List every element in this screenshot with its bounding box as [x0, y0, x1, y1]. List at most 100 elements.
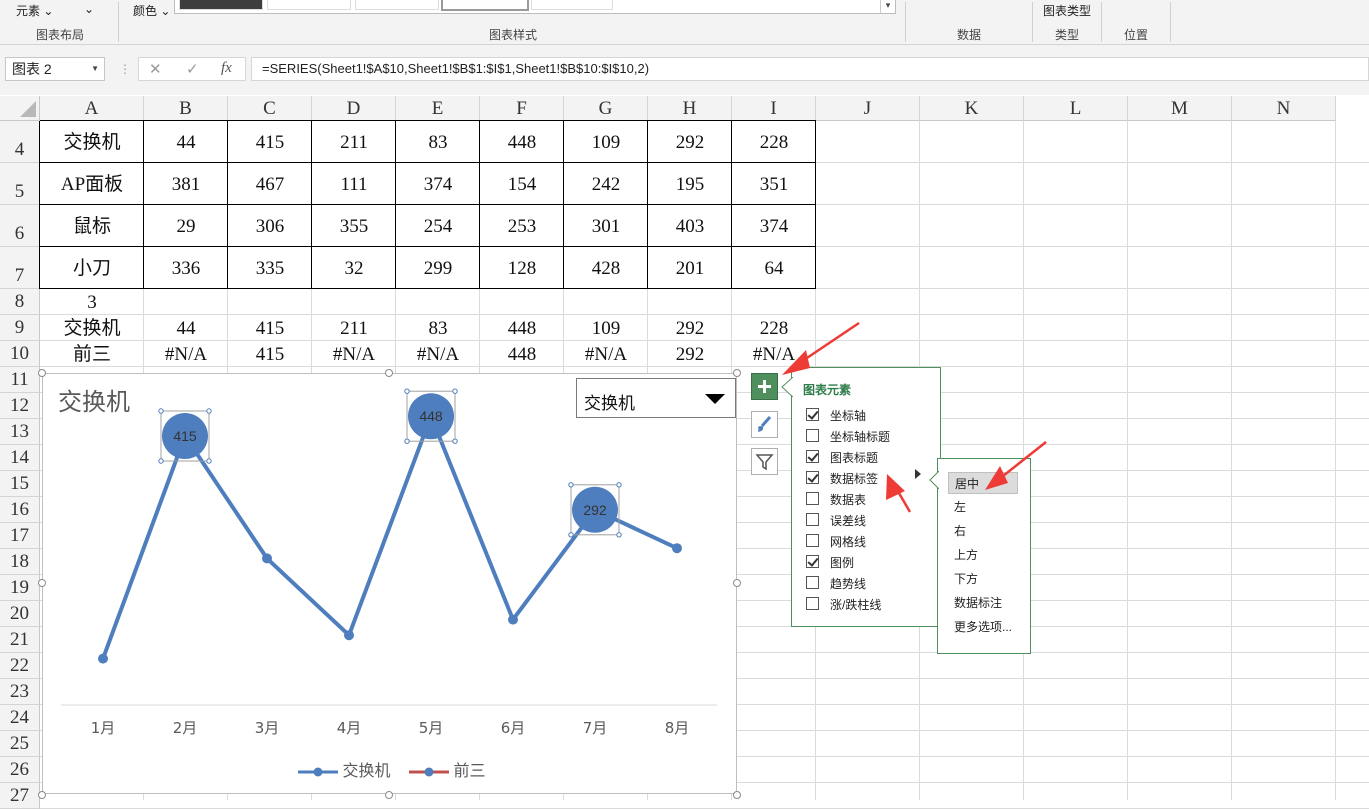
label-handle[interactable] [158, 458, 164, 464]
cell-I4[interactable]: 228 [732, 121, 816, 163]
chart-styles-gallery[interactable]: ▾ [174, 0, 896, 14]
column-header-B[interactable]: B [144, 96, 228, 121]
cell-C7[interactable]: 335 [228, 247, 312, 289]
cell-H8[interactable] [648, 289, 732, 315]
data-label-position-option[interactable]: 左 [948, 496, 1018, 518]
cell-G4[interactable]: 109 [564, 121, 648, 163]
data-label-position-option[interactable]: 右 [948, 520, 1018, 542]
cell-I10[interactable]: #N/A [732, 341, 816, 367]
row-header-6[interactable]: 6 [0, 205, 40, 247]
cell-F8[interactable] [480, 289, 564, 315]
row-header-4[interactable]: 4 [0, 121, 40, 163]
cell-F5[interactable]: 154 [480, 163, 564, 205]
row-header-5[interactable]: 5 [0, 163, 40, 205]
cell-B9[interactable]: 44 [144, 315, 228, 341]
checkbox-icon[interactable] [806, 513, 819, 526]
row-header-13[interactable]: 13 [0, 419, 40, 445]
cell-A7[interactable]: 小刀 [40, 247, 144, 289]
cell-F4[interactable]: 448 [480, 121, 564, 163]
resize-handle[interactable] [733, 791, 741, 799]
chevron-down-icon[interactable]: ▼ [91, 58, 99, 80]
data-label[interactable]: 292 [583, 502, 607, 518]
gallery-more-icon[interactable]: ▾ [880, 0, 895, 13]
cell-A6[interactable]: 鼠标 [40, 205, 144, 247]
cell-A9[interactable]: 交换机 [40, 315, 144, 341]
cell-G6[interactable]: 301 [564, 205, 648, 247]
cell-G10[interactable]: #N/A [564, 341, 648, 367]
formula-input[interactable]: =SERIES(Sheet1!$A$10,Sheet1!$B$1:$I$1,Sh… [251, 57, 1369, 81]
column-header-H[interactable]: H [648, 96, 732, 121]
cell-G7[interactable]: 428 [564, 247, 648, 289]
cell-D4[interactable]: 211 [312, 121, 396, 163]
row-header-16[interactable]: 16 [0, 497, 40, 523]
checkbox-icon[interactable] [806, 534, 819, 547]
row-header-12[interactable]: 12 [0, 393, 40, 419]
checkbox-icon[interactable] [806, 429, 819, 442]
cell-B5[interactable]: 381 [144, 163, 228, 205]
cell-F6[interactable]: 253 [480, 205, 564, 247]
cell-C9[interactable]: 415 [228, 315, 312, 341]
row-header-21[interactable]: 21 [0, 627, 40, 653]
checkbox-checked-icon[interactable] [806, 408, 819, 421]
resize-handle[interactable] [733, 369, 741, 377]
chart-style-thumb[interactable] [179, 0, 263, 10]
insert-function-icon[interactable]: fx [221, 60, 232, 77]
change-chart-type-button[interactable]: 图表类型 [1043, 2, 1091, 19]
label-handle[interactable] [452, 388, 458, 394]
highlight-point[interactable]: 448 [404, 388, 458, 444]
label-handle[interactable] [452, 438, 458, 444]
cell-I6[interactable]: 374 [732, 205, 816, 247]
chart-styles-button[interactable] [751, 411, 778, 438]
row-header-25[interactable]: 25 [0, 731, 40, 757]
resize-handle[interactable] [38, 369, 46, 377]
checkbox-icon[interactable] [806, 576, 819, 589]
data-label[interactable]: 448 [419, 408, 443, 424]
column-header-N[interactable]: N [1232, 96, 1336, 121]
resize-handle[interactable] [385, 369, 393, 377]
cell-E5[interactable]: 374 [396, 163, 480, 205]
column-header-D[interactable]: D [312, 96, 396, 121]
resize-handle[interactable] [38, 579, 46, 587]
cell-A5[interactable]: AP面板 [40, 163, 144, 205]
cell-C5[interactable]: 467 [228, 163, 312, 205]
submenu-arrow-icon[interactable] [915, 469, 921, 479]
cell-F10[interactable]: 448 [480, 341, 564, 367]
chart-style-thumb-selected[interactable] [441, 0, 529, 11]
label-handle[interactable] [206, 458, 212, 464]
series-point[interactable] [98, 653, 108, 664]
column-header-C[interactable]: C [228, 96, 312, 121]
label-handle[interactable] [206, 408, 212, 414]
resize-handle[interactable] [38, 791, 46, 799]
legend-entry-2[interactable]: 前三 [409, 757, 485, 781]
chart-style-thumb[interactable] [355, 0, 439, 10]
row-header-26[interactable]: 26 [0, 757, 40, 783]
series-point[interactable] [672, 543, 682, 554]
cell-B8[interactable] [144, 289, 228, 315]
cell-A8[interactable]: 3 [40, 289, 144, 315]
row-header-15[interactable]: 15 [0, 471, 40, 497]
series-point[interactable] [508, 614, 518, 625]
highlight-point[interactable]: 292 [568, 482, 622, 538]
label-handle[interactable] [568, 482, 574, 488]
legend-entry-1[interactable]: 交换机 [298, 757, 390, 781]
row-header-9[interactable]: 9 [0, 315, 40, 341]
label-handle[interactable] [158, 408, 164, 414]
label-handle[interactable] [404, 438, 410, 444]
cell-C4[interactable]: 415 [228, 121, 312, 163]
cell-D9[interactable]: 211 [312, 315, 396, 341]
row-header-22[interactable]: 22 [0, 653, 40, 679]
data-label-position-option[interactable]: 数据标注 [948, 592, 1018, 614]
row-header-24[interactable]: 24 [0, 705, 40, 731]
cell-D5[interactable]: 111 [312, 163, 396, 205]
row-header-18[interactable]: 18 [0, 549, 40, 575]
column-header-J[interactable]: J [816, 96, 920, 121]
chart-style-thumb[interactable] [531, 0, 613, 10]
cell-I5[interactable]: 351 [732, 163, 816, 205]
cell-H10[interactable]: 292 [648, 341, 732, 367]
enter-icon[interactable]: ✓ [186, 60, 199, 78]
cell-C6[interactable]: 306 [228, 205, 312, 247]
cell-A4[interactable]: 交换机 [40, 121, 144, 163]
cell-B7[interactable]: 336 [144, 247, 228, 289]
cell-B4[interactable]: 44 [144, 121, 228, 163]
ribbon-dropdown-arrow[interactable]: ⌄ [84, 2, 94, 16]
